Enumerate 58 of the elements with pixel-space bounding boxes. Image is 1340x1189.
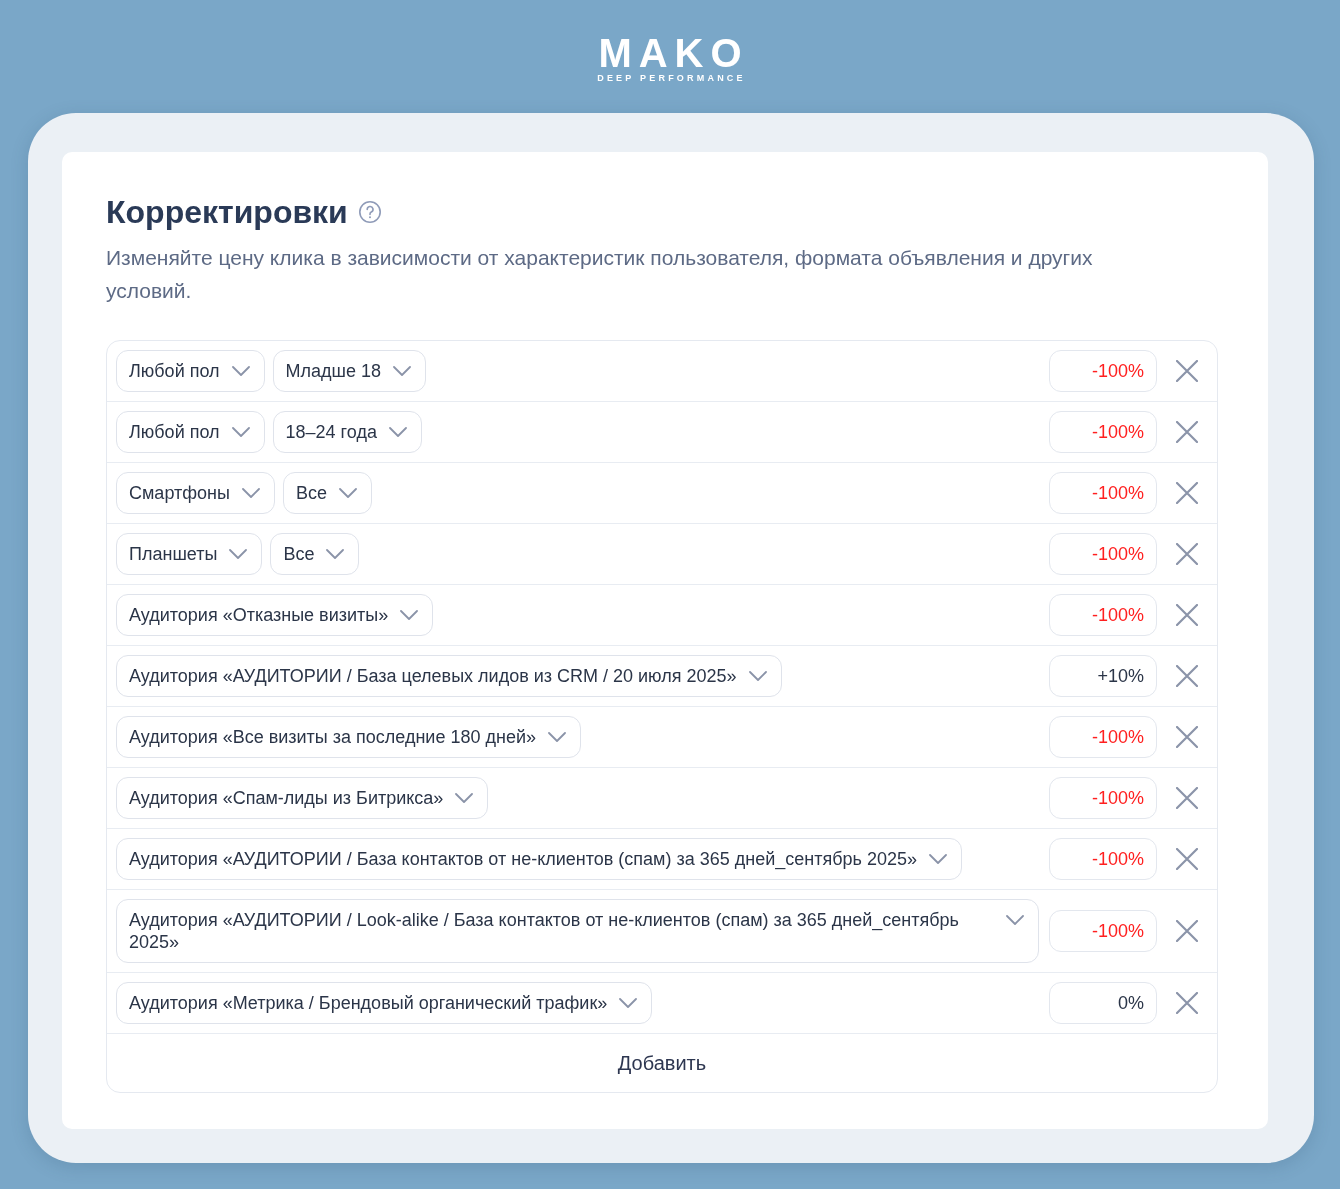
chevron-down-icon [326,549,345,559]
chevron-down-icon [231,366,250,376]
add-button[interactable]: Добавить [107,1034,1217,1092]
value-field[interactable]: -100% [1049,777,1157,819]
dropdown[interactable]: Любой пол [116,350,265,392]
value-field[interactable]: -100% [1049,910,1157,952]
value-field[interactable]: -100% [1049,411,1157,453]
value-field[interactable]: -100% [1049,716,1157,758]
chevron-down-icon [748,671,767,681]
value-field[interactable]: 0% [1049,982,1157,1024]
value-field[interactable]: -100% [1049,838,1157,880]
chevron-down-icon [547,732,566,742]
close-icon [1176,665,1198,687]
chevron-down-icon [619,998,638,1008]
help-icon [357,200,382,224]
close-icon [1176,992,1198,1014]
section-description: Изменяйте цену клика в зависимости от характеристик пользователя, формата объявления и других условий. [106,245,1094,304]
value-field[interactable]: +10% [1049,655,1157,697]
chevron-down-icon [929,854,947,864]
value-field[interactable]: -100% [1049,472,1157,514]
dropdown[interactable]: Все [270,533,360,575]
value-field[interactable]: -100% [1049,594,1157,636]
dropdown[interactable]: 18–24 года [272,411,422,453]
dropdown[interactable]: Аудитория «Все визиты за последние 180 дней» [116,716,581,758]
close-icon [1176,787,1198,809]
value-field[interactable]: -100% [1049,533,1157,575]
chevron-down-icon [229,549,248,559]
dropdown[interactable]: Аудитория «Отказные визиты» [116,594,434,636]
close-icon [1176,482,1198,504]
dropdown[interactable]: Младше 18 [272,350,427,392]
dropdown[interactable]: Аудитория «АУДИТОРИИ / База целевых лидов из CRM / 20 июля 2025» [116,655,782,697]
chevron-down-icon [241,488,260,498]
chevron-down-icon [393,366,412,376]
logo-tagline: DEEP PERFORMANCE [597,72,746,84]
dropdown[interactable]: Все [282,472,372,514]
chevron-down-icon [400,610,419,620]
close-icon [1176,421,1198,443]
dropdown[interactable]: Смартфоны [116,472,275,514]
close-icon [1176,920,1198,942]
close-icon [1176,360,1198,382]
chevron-down-icon [231,427,250,437]
dropdown[interactable]: Любой пол [116,411,265,453]
chevron-down-icon [455,793,474,803]
close-icon [1176,726,1198,748]
dropdown[interactable]: Аудитория «Метрика / Брендовый органический трафик» [116,982,653,1024]
dropdown[interactable]: Аудитория «АУДИТОРИИ / Look-alike / База контактов от не-клиентов (спам) за 365 дней_сентябрь 2025» [116,899,1039,963]
close-icon [1176,604,1198,626]
close-icon [1176,848,1198,870]
chevron-down-icon [1006,915,1024,925]
dropdown[interactable]: Аудитория «АУДИТОРИИ / База контактов от не-клиентов (спам) за 365 дней_сентябрь 2025» [116,838,962,880]
chevron-down-icon [388,427,407,437]
chevron-down-icon [339,488,357,498]
section-title: Корректировки [106,193,348,232]
dropdown[interactable]: Аудитория «Спам-лиды из Битрикса» [116,777,489,819]
dropdown[interactable]: Планшеты [116,533,263,575]
value-field[interactable]: -100% [1049,350,1157,392]
logo-wordmark: MAKO [598,36,749,70]
close-icon [1176,543,1198,565]
